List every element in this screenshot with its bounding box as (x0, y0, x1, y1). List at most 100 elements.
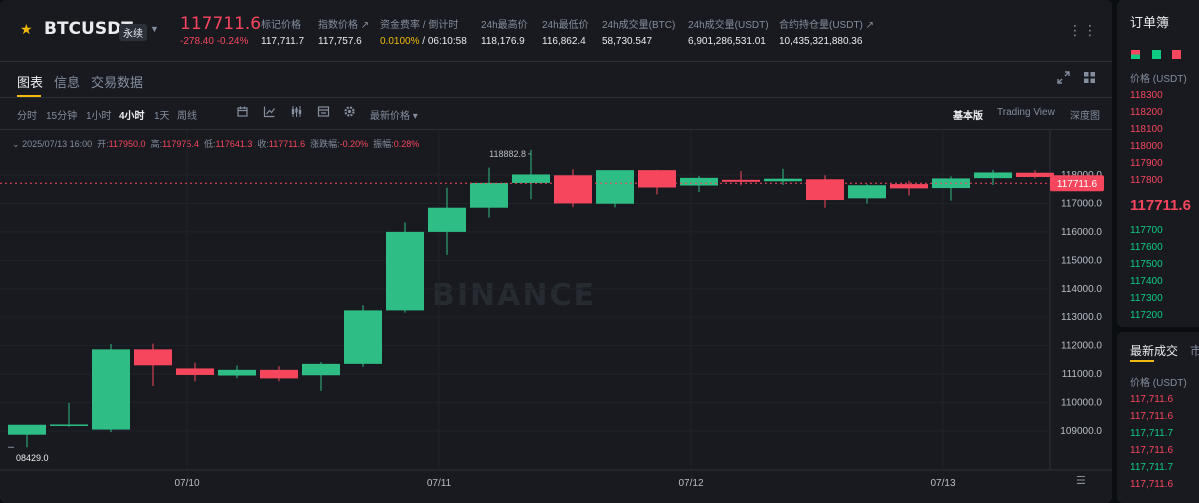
candle-body (344, 310, 382, 364)
candle-body (638, 170, 676, 188)
interval-time[interactable]: 分时 (17, 107, 37, 122)
price-change: -278.40 -0.24% (180, 36, 249, 47)
candle-body (554, 175, 592, 204)
stat-label: 24h最高价 (481, 20, 528, 31)
tab-chart[interactable]: 图表 (17, 72, 43, 91)
trade-price: 117,711.7 (1130, 428, 1174, 439)
bid-price[interactable]: 117400 (1130, 276, 1163, 287)
candle-body (386, 231, 424, 311)
stat-value: 117,711.7 (261, 36, 305, 47)
perpetual-badge: 永续 (119, 24, 147, 41)
y-tick-label: 116000.0 (1061, 227, 1102, 238)
bid-price[interactable]: 117600 (1130, 242, 1163, 253)
trade-price: 117,711.6 (1130, 479, 1174, 490)
stat-24h-volume-usdt: 24h成交量(USDT) 6,901,286,531.01 (688, 16, 769, 47)
template-icon[interactable] (317, 105, 331, 119)
ask-price[interactable]: 118100 (1130, 124, 1163, 135)
funding-rate: 0.0100% (380, 36, 420, 47)
more-icon[interactable]: ⋮⋮ (1068, 22, 1098, 39)
trade-price: 117,711.6 (1130, 411, 1174, 422)
view-tradingview[interactable]: Trading View (997, 107, 1055, 118)
candle-body (596, 170, 634, 204)
bid-price[interactable]: 117700 (1130, 225, 1163, 236)
candle-style-icon[interactable] (290, 105, 304, 119)
y-tick-label: 115000.0 (1061, 255, 1102, 266)
y-tick-label: 112000.0 (1061, 341, 1102, 352)
candle-body (302, 363, 340, 376)
view-depth[interactable]: 深度图 (1070, 107, 1100, 122)
interval-1h[interactable]: 1小时 (86, 107, 112, 122)
trade-price: 117,711.6 (1130, 394, 1174, 405)
candle-body (974, 172, 1012, 179)
indicator-icon[interactable] (263, 105, 277, 119)
interval-4h[interactable]: 4小时 (119, 107, 145, 122)
candle-body (890, 184, 928, 189)
bid-price[interactable]: 117300 (1130, 293, 1163, 304)
candle-body (1016, 172, 1054, 177)
x-tick-label: 07/12 (678, 478, 703, 489)
candle-body (512, 174, 550, 183)
stat-24h-low: 24h最低价 116,862.4 (542, 16, 589, 47)
candle-body (806, 179, 844, 201)
tab-info[interactable]: 信息 (54, 72, 80, 91)
x-tick-label: 07/13 (930, 478, 955, 489)
tab-market[interactable]: 市 (1190, 342, 1199, 359)
chevron-down-icon[interactable]: ▼ (150, 24, 159, 34)
funding-countdown: 06:10:58 (427, 36, 467, 47)
current-price-label: 117711.6 (1057, 179, 1098, 190)
stat-label: 合约持仓量(USDT) ↗ (779, 20, 875, 31)
candle-body (680, 177, 718, 186)
candle-body (470, 182, 508, 208)
candle-body (8, 424, 46, 435)
trades-price-header: 价格 (USDT) (1130, 378, 1187, 389)
ask-price[interactable]: 117800 (1130, 175, 1163, 186)
candle-body (722, 179, 760, 182)
trade-price: 117,711.6 (1130, 445, 1174, 456)
price-type-dropdown[interactable]: 最新价格 ▾ (370, 107, 418, 122)
layout-grid-icon[interactable] (1083, 71, 1097, 85)
stat-value: 116,862.4 (542, 36, 586, 47)
mode-asks-icon[interactable] (1172, 50, 1181, 59)
calendar-icon[interactable] (236, 105, 250, 119)
ask-price[interactable]: 118200 (1130, 107, 1163, 118)
stat-mark-price: 标记价格 117,711.7 (261, 16, 304, 47)
x-tick-label: 07/10 (174, 478, 199, 489)
chart-tabs: 图表 信息 交易数据 (0, 62, 1112, 98)
interval-1d[interactable]: 1天 (154, 107, 170, 122)
tab-recent-trades[interactable]: 最新成交 (1130, 342, 1178, 359)
y-tick-label: 110000.0 (1061, 398, 1102, 409)
candlestick-chart[interactable]: 109000.0 110000.0 111000.0 112000.0 113000.0… (0, 130, 1112, 503)
bid-price[interactable]: 117200 (1130, 310, 1163, 321)
interval-15m[interactable]: 15分钟 (46, 107, 77, 122)
view-basic[interactable]: 基本版 (953, 107, 983, 122)
stat-index-price[interactable]: 指数价格 ↗ 117,757.6 (318, 16, 369, 47)
candle-body (134, 349, 172, 366)
orderbook-price-header: 价格 (USDT) (1130, 74, 1187, 85)
chart-toolbar: 分时 15分钟 1小时 4小时 1天 周线 最新价格 ▾ 基本版 Trading… (0, 98, 1112, 130)
ask-price[interactable]: 118300 (1130, 90, 1163, 101)
ask-price[interactable]: 118000 (1130, 141, 1163, 152)
main-panel: ★ BTCUSDT 永续 ▼ 117711.6 -278.40 -0.24% 标… (0, 0, 1112, 503)
stat-open-interest[interactable]: 合约持仓量(USDT) ↗ 10,435,321,880.36 (779, 16, 874, 47)
star-icon[interactable]: ★ (20, 22, 34, 36)
mode-bids-icon[interactable] (1152, 50, 1161, 59)
orderbook-mode-selector (1131, 50, 1191, 62)
ask-price[interactable]: 117900 (1130, 158, 1163, 169)
interval-1w[interactable]: 周线 (177, 107, 197, 122)
ticker-header: ★ BTCUSDT 永续 ▼ 117711.6 -278.40 -0.24% 标… (0, 0, 1112, 62)
stat-funding-rate: 资金费率 / 倒计时 0.0100% / 06:10:58 (380, 16, 467, 47)
last-price: 117711.6 (180, 14, 262, 34)
expand-icon[interactable] (1057, 71, 1071, 85)
stat-value: 0.0100% / 06:10:58 (380, 36, 467, 47)
bid-price[interactable]: 117500 (1130, 259, 1163, 270)
settings-icon[interactable] (343, 105, 357, 119)
stat-label: 24h成交量(BTC) (602, 20, 676, 31)
tab-trading-data[interactable]: 交易数据 (91, 72, 143, 91)
chart-settings-icon[interactable]: ☰ (1076, 474, 1086, 487)
orderbook-panel: 订单簿 价格 (USDT) 118300 118200 118100 11800… (1117, 0, 1199, 327)
active-tab-indicator (1130, 360, 1154, 362)
orderbook-mid-price: 117711.6 (1130, 197, 1191, 214)
mode-both-icon[interactable] (1131, 50, 1140, 59)
stat-label: 资金费率 / 倒计时 (380, 20, 459, 31)
candle-body (848, 185, 886, 199)
